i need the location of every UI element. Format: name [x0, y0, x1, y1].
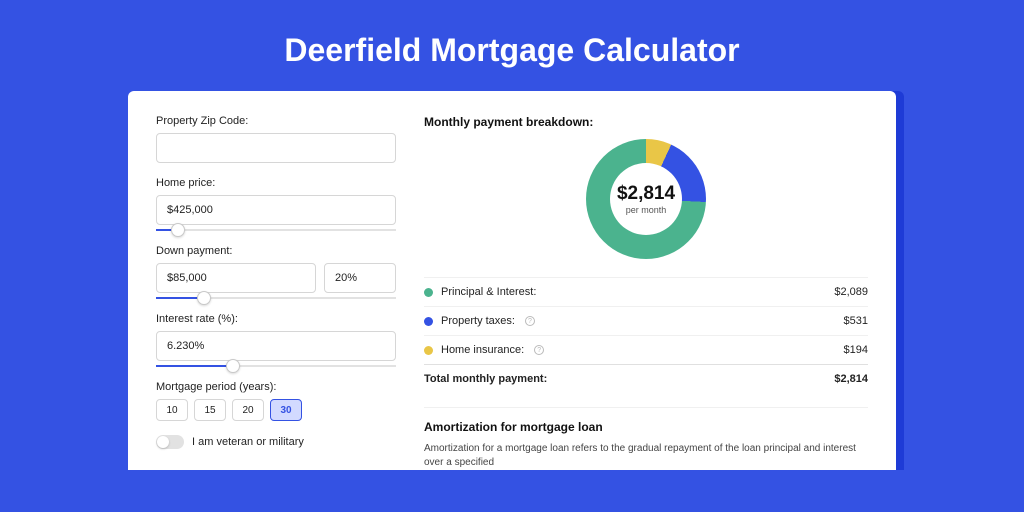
breakdown-column: Monthly payment breakdown: $2,814 per mo… [424, 115, 868, 470]
interest-label: Interest rate (%): [156, 313, 396, 325]
dot-icon [424, 317, 433, 326]
legend-label: Home insurance: [441, 344, 524, 356]
dot-icon [424, 288, 433, 297]
slider-thumb[interactable] [197, 291, 211, 305]
inputs-column: Property Zip Code: Home price: Down paym… [156, 115, 396, 470]
interest-input[interactable] [156, 331, 396, 361]
legend-taxes: Property taxes: ? $531 [424, 306, 868, 335]
slider-thumb[interactable] [226, 359, 240, 373]
legend-principal: Principal & Interest: $2,089 [424, 277, 868, 306]
home-price-slider[interactable] [156, 229, 396, 231]
zip-label: Property Zip Code: [156, 115, 396, 127]
interest-slider[interactable] [156, 365, 396, 367]
zip-input[interactable] [156, 133, 396, 163]
slider-thumb[interactable] [171, 223, 185, 237]
period-30[interactable]: 30 [270, 399, 302, 421]
legend-value: $2,089 [834, 286, 868, 298]
legend-label: Property taxes: [441, 315, 515, 327]
down-payment-pct-input[interactable] [324, 263, 396, 293]
calculator-card: Property Zip Code: Home price: Down paym… [128, 91, 896, 470]
total-value: $2,814 [834, 373, 868, 385]
home-price-label: Home price: [156, 177, 396, 189]
donut-chart: $2,814 per month [424, 139, 868, 259]
zip-field: Property Zip Code: [156, 115, 396, 163]
period-field: Mortgage period (years): 10 15 20 30 [156, 381, 396, 421]
total-label: Total monthly payment: [424, 373, 547, 385]
donut-center: $2,814 per month [424, 139, 868, 259]
legend-total: Total monthly payment: $2,814 [424, 364, 868, 393]
interest-field: Interest rate (%): [156, 313, 396, 367]
help-icon[interactable]: ? [534, 345, 544, 355]
home-price-input[interactable] [156, 195, 396, 225]
legend-label: Principal & Interest: [441, 286, 536, 298]
breakdown-title: Monthly payment breakdown: [424, 115, 868, 129]
veteran-label: I am veteran or military [192, 436, 304, 448]
donut-sublabel: per month [626, 205, 667, 215]
down-payment-input[interactable] [156, 263, 316, 293]
down-payment-label: Down payment: [156, 245, 396, 257]
amort-text: Amortization for a mortgage loan refers … [424, 442, 868, 470]
legend-value: $531 [844, 315, 868, 327]
period-20[interactable]: 20 [232, 399, 264, 421]
period-10[interactable]: 10 [156, 399, 188, 421]
period-15[interactable]: 15 [194, 399, 226, 421]
toggle-knob [157, 436, 169, 448]
home-price-field: Home price: [156, 177, 396, 231]
legend-insurance: Home insurance: ? $194 [424, 335, 868, 364]
dot-icon [424, 346, 433, 355]
veteran-row: I am veteran or military [156, 435, 396, 449]
period-options: 10 15 20 30 [156, 399, 396, 421]
legend-value: $194 [844, 344, 868, 356]
down-payment-field: Down payment: [156, 245, 396, 299]
donut-value: $2,814 [617, 183, 675, 205]
page-title: Deerfield Mortgage Calculator [0, 0, 1024, 91]
veteran-toggle[interactable] [156, 435, 184, 449]
period-label: Mortgage period (years): [156, 381, 396, 393]
amort-title: Amortization for mortgage loan [424, 420, 868, 434]
help-icon[interactable]: ? [525, 316, 535, 326]
down-payment-slider[interactable] [156, 297, 396, 299]
amortization-section: Amortization for mortgage loan Amortizat… [424, 407, 868, 470]
